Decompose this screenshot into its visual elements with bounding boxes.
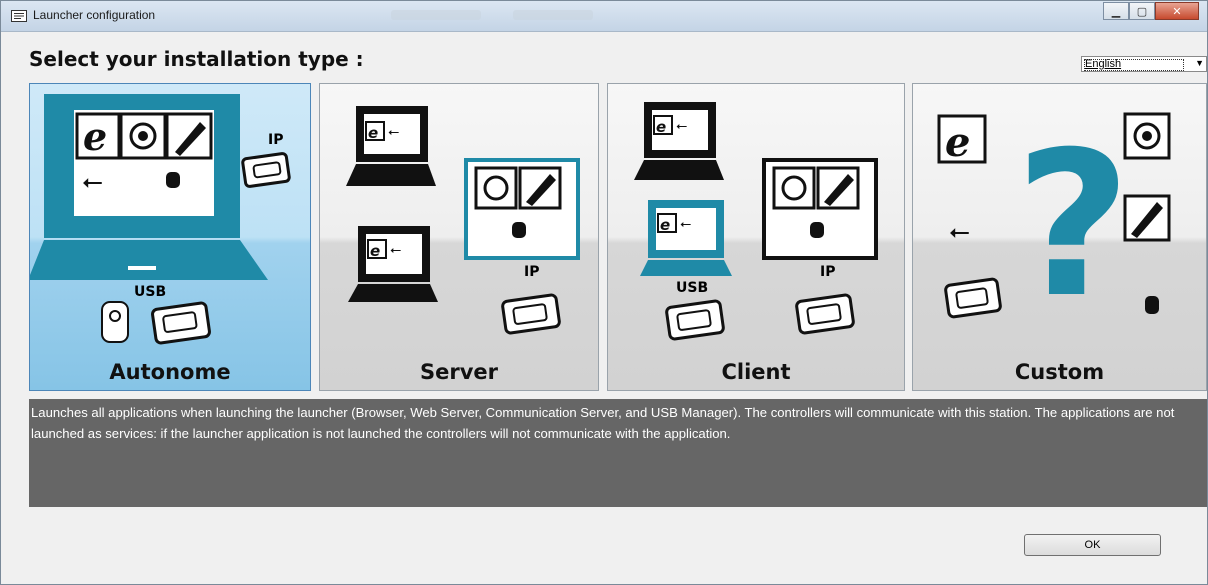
svg-text:e: e — [368, 124, 378, 142]
svg-text:e: e — [83, 114, 107, 159]
svg-text:⭠: ⭠ — [388, 124, 399, 140]
description-panel: Launches all applications when launching… — [29, 399, 1207, 507]
ip-badge: IP — [820, 264, 836, 280]
svg-text:⭠: ⭠ — [676, 118, 687, 134]
ok-button[interactable]: OK — [1024, 534, 1161, 556]
chevron-down-icon[interactable]: ▼ — [1195, 58, 1204, 68]
blurred-background-text — [513, 10, 593, 20]
app-icon — [11, 10, 27, 22]
svg-text:⭠: ⭠ — [390, 242, 401, 258]
card-label: Custom — [1014, 360, 1105, 384]
autonome-illustration: e ⭠ — [30, 94, 291, 345]
card-label: Server — [419, 360, 498, 384]
language-select[interactable]: English ▼ — [1081, 56, 1207, 72]
card-label: Client — [721, 360, 791, 384]
svg-text:e: e — [945, 119, 970, 166]
svg-text:e: e — [656, 118, 666, 136]
card-label: Autonome — [109, 360, 231, 384]
custom-illustration: e ? ⭠ — [937, 109, 1171, 342]
window-controls: ▁ ▢ ✕ — [1103, 2, 1199, 20]
server-illustration: e ⭠ e ⭠ — [346, 106, 580, 335]
minimize-button[interactable]: ▁ — [1103, 2, 1129, 20]
svg-text:?: ? — [1015, 109, 1131, 342]
card-custom[interactable]: e ? ⭠ Custom — [912, 83, 1207, 391]
svg-text:⭠: ⭠ — [949, 217, 970, 247]
ip-badge: IP — [268, 132, 284, 148]
close-button[interactable]: ✕ — [1155, 2, 1199, 20]
svg-text:e: e — [370, 242, 380, 260]
ip-badge: IP — [524, 264, 540, 280]
card-server[interactable]: e ⭠ e ⭠ IP Server — [319, 83, 599, 391]
launcher-window: Launcher configuration ▁ ▢ ✕ Select your… — [0, 0, 1208, 585]
svg-text:e: e — [660, 216, 670, 234]
usb-badge: USB — [134, 284, 167, 300]
window-title: Launcher configuration — [33, 8, 156, 22]
usb-badge: USB — [676, 280, 709, 296]
svg-text:⭠: ⭠ — [680, 216, 691, 232]
card-autonome[interactable]: e ⭠ IP USB Autonome — [29, 83, 311, 391]
page-title: Select your installation type : — [29, 47, 364, 71]
card-client[interactable]: e ⭠ e ⭠ USB IP Client — [607, 83, 905, 391]
client-illustration: e ⭠ e ⭠ — [634, 102, 878, 341]
title-bar[interactable]: Launcher configuration ▁ ▢ ✕ — [1, 1, 1207, 32]
language-select-value: English — [1085, 58, 1122, 70]
svg-text:⭠: ⭠ — [82, 167, 103, 197]
blurred-background-text — [391, 10, 481, 20]
maximize-button[interactable]: ▢ — [1129, 2, 1155, 20]
